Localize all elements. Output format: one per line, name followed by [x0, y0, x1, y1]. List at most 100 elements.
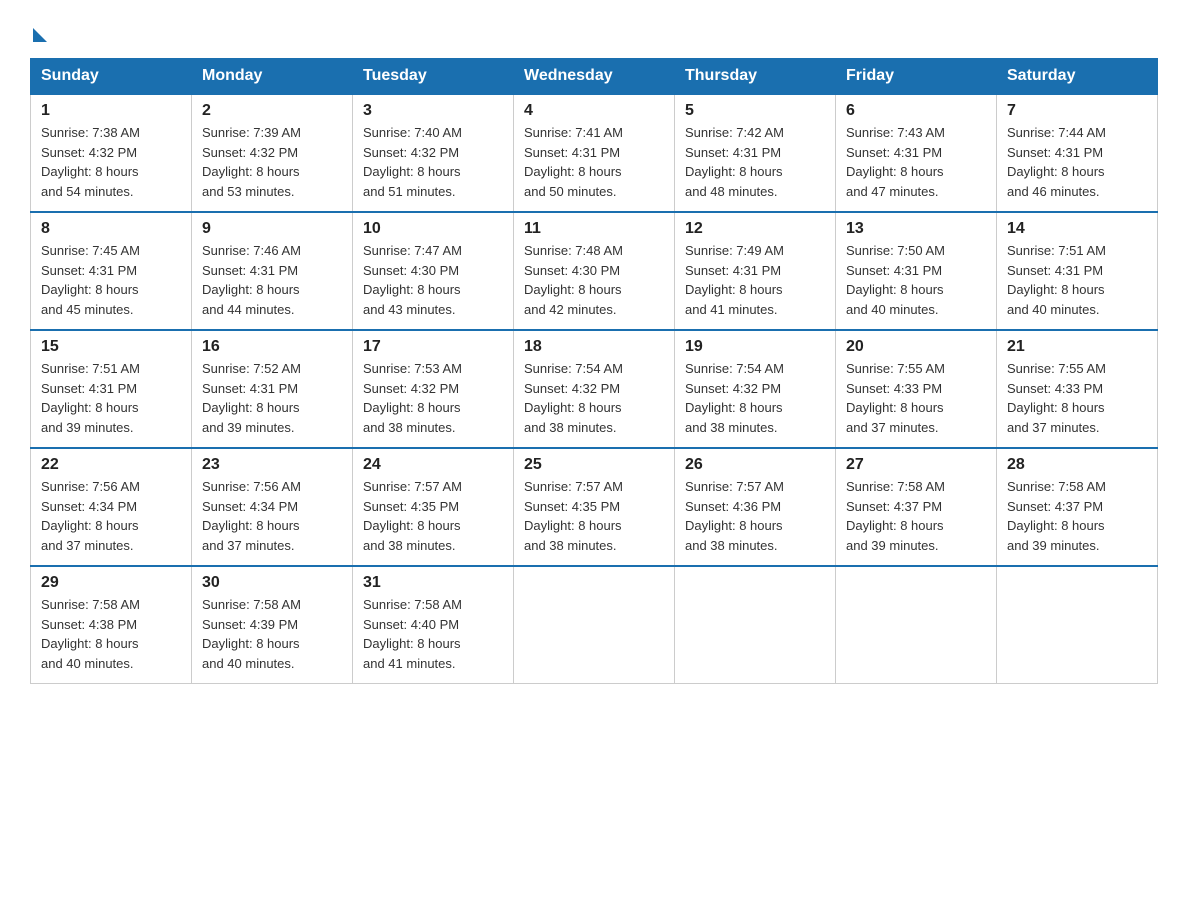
calendar-cell: 8 Sunrise: 7:45 AMSunset: 4:31 PMDayligh… [31, 212, 192, 330]
calendar-cell: 30 Sunrise: 7:58 AMSunset: 4:39 PMDaylig… [192, 566, 353, 684]
day-info: Sunrise: 7:54 AMSunset: 4:32 PMDaylight:… [685, 359, 825, 437]
day-number: 16 [202, 338, 342, 356]
calendar-header-monday: Monday [192, 59, 353, 95]
day-number: 1 [41, 102, 181, 120]
calendar-header-thursday: Thursday [675, 59, 836, 95]
day-number: 24 [363, 456, 503, 474]
day-info: Sunrise: 7:52 AMSunset: 4:31 PMDaylight:… [202, 359, 342, 437]
day-number: 6 [846, 102, 986, 120]
day-number: 27 [846, 456, 986, 474]
calendar-week-row: 15 Sunrise: 7:51 AMSunset: 4:31 PMDaylig… [31, 330, 1158, 448]
calendar-cell: 13 Sunrise: 7:50 AMSunset: 4:31 PMDaylig… [836, 212, 997, 330]
calendar-cell: 20 Sunrise: 7:55 AMSunset: 4:33 PMDaylig… [836, 330, 997, 448]
logo-arrow-icon [33, 28, 47, 42]
day-info: Sunrise: 7:46 AMSunset: 4:31 PMDaylight:… [202, 241, 342, 319]
calendar-cell: 21 Sunrise: 7:55 AMSunset: 4:33 PMDaylig… [997, 330, 1158, 448]
day-info: Sunrise: 7:58 AMSunset: 4:37 PMDaylight:… [1007, 477, 1147, 555]
calendar-header-tuesday: Tuesday [353, 59, 514, 95]
day-info: Sunrise: 7:57 AMSunset: 4:35 PMDaylight:… [524, 477, 664, 555]
calendar-cell: 15 Sunrise: 7:51 AMSunset: 4:31 PMDaylig… [31, 330, 192, 448]
day-info: Sunrise: 7:44 AMSunset: 4:31 PMDaylight:… [1007, 123, 1147, 201]
day-info: Sunrise: 7:55 AMSunset: 4:33 PMDaylight:… [846, 359, 986, 437]
day-info: Sunrise: 7:57 AMSunset: 4:36 PMDaylight:… [685, 477, 825, 555]
calendar-cell: 27 Sunrise: 7:58 AMSunset: 4:37 PMDaylig… [836, 448, 997, 566]
day-number: 9 [202, 220, 342, 238]
day-info: Sunrise: 7:40 AMSunset: 4:32 PMDaylight:… [363, 123, 503, 201]
calendar-week-row: 29 Sunrise: 7:58 AMSunset: 4:38 PMDaylig… [31, 566, 1158, 684]
calendar-cell: 18 Sunrise: 7:54 AMSunset: 4:32 PMDaylig… [514, 330, 675, 448]
day-info: Sunrise: 7:56 AMSunset: 4:34 PMDaylight:… [202, 477, 342, 555]
day-number: 28 [1007, 456, 1147, 474]
day-number: 15 [41, 338, 181, 356]
day-info: Sunrise: 7:58 AMSunset: 4:38 PMDaylight:… [41, 595, 181, 673]
day-number: 19 [685, 338, 825, 356]
day-number: 11 [524, 220, 664, 238]
calendar-cell: 19 Sunrise: 7:54 AMSunset: 4:32 PMDaylig… [675, 330, 836, 448]
calendar-cell: 6 Sunrise: 7:43 AMSunset: 4:31 PMDayligh… [836, 94, 997, 212]
day-number: 25 [524, 456, 664, 474]
calendar-week-row: 8 Sunrise: 7:45 AMSunset: 4:31 PMDayligh… [31, 212, 1158, 330]
day-number: 5 [685, 102, 825, 120]
calendar-cell: 31 Sunrise: 7:58 AMSunset: 4:40 PMDaylig… [353, 566, 514, 684]
calendar-header-saturday: Saturday [997, 59, 1158, 95]
day-number: 26 [685, 456, 825, 474]
day-number: 3 [363, 102, 503, 120]
day-info: Sunrise: 7:47 AMSunset: 4:30 PMDaylight:… [363, 241, 503, 319]
calendar-cell: 12 Sunrise: 7:49 AMSunset: 4:31 PMDaylig… [675, 212, 836, 330]
day-number: 22 [41, 456, 181, 474]
calendar-cell: 26 Sunrise: 7:57 AMSunset: 4:36 PMDaylig… [675, 448, 836, 566]
day-number: 2 [202, 102, 342, 120]
day-info: Sunrise: 7:50 AMSunset: 4:31 PMDaylight:… [846, 241, 986, 319]
day-info: Sunrise: 7:55 AMSunset: 4:33 PMDaylight:… [1007, 359, 1147, 437]
day-info: Sunrise: 7:58 AMSunset: 4:37 PMDaylight:… [846, 477, 986, 555]
calendar-cell: 7 Sunrise: 7:44 AMSunset: 4:31 PMDayligh… [997, 94, 1158, 212]
calendar-cell: 28 Sunrise: 7:58 AMSunset: 4:37 PMDaylig… [997, 448, 1158, 566]
calendar-cell: 10 Sunrise: 7:47 AMSunset: 4:30 PMDaylig… [353, 212, 514, 330]
calendar-cell [514, 566, 675, 684]
day-info: Sunrise: 7:42 AMSunset: 4:31 PMDaylight:… [685, 123, 825, 201]
day-number: 21 [1007, 338, 1147, 356]
calendar-cell: 14 Sunrise: 7:51 AMSunset: 4:31 PMDaylig… [997, 212, 1158, 330]
calendar-cell [836, 566, 997, 684]
calendar-cell: 5 Sunrise: 7:42 AMSunset: 4:31 PMDayligh… [675, 94, 836, 212]
day-number: 23 [202, 456, 342, 474]
calendar-cell: 24 Sunrise: 7:57 AMSunset: 4:35 PMDaylig… [353, 448, 514, 566]
calendar-cell [997, 566, 1158, 684]
day-number: 8 [41, 220, 181, 238]
day-info: Sunrise: 7:38 AMSunset: 4:32 PMDaylight:… [41, 123, 181, 201]
calendar-cell: 16 Sunrise: 7:52 AMSunset: 4:31 PMDaylig… [192, 330, 353, 448]
day-number: 18 [524, 338, 664, 356]
day-number: 30 [202, 574, 342, 592]
calendar-cell: 23 Sunrise: 7:56 AMSunset: 4:34 PMDaylig… [192, 448, 353, 566]
day-info: Sunrise: 7:51 AMSunset: 4:31 PMDaylight:… [41, 359, 181, 437]
day-number: 20 [846, 338, 986, 356]
day-info: Sunrise: 7:58 AMSunset: 4:39 PMDaylight:… [202, 595, 342, 673]
day-info: Sunrise: 7:39 AMSunset: 4:32 PMDaylight:… [202, 123, 342, 201]
day-info: Sunrise: 7:58 AMSunset: 4:40 PMDaylight:… [363, 595, 503, 673]
calendar-header-sunday: Sunday [31, 59, 192, 95]
day-info: Sunrise: 7:51 AMSunset: 4:31 PMDaylight:… [1007, 241, 1147, 319]
calendar-cell: 4 Sunrise: 7:41 AMSunset: 4:31 PMDayligh… [514, 94, 675, 212]
calendar-cell: 9 Sunrise: 7:46 AMSunset: 4:31 PMDayligh… [192, 212, 353, 330]
calendar-week-row: 22 Sunrise: 7:56 AMSunset: 4:34 PMDaylig… [31, 448, 1158, 566]
day-info: Sunrise: 7:49 AMSunset: 4:31 PMDaylight:… [685, 241, 825, 319]
day-info: Sunrise: 7:48 AMSunset: 4:30 PMDaylight:… [524, 241, 664, 319]
day-info: Sunrise: 7:54 AMSunset: 4:32 PMDaylight:… [524, 359, 664, 437]
day-number: 17 [363, 338, 503, 356]
calendar-cell: 3 Sunrise: 7:40 AMSunset: 4:32 PMDayligh… [353, 94, 514, 212]
day-number: 12 [685, 220, 825, 238]
calendar-header-friday: Friday [836, 59, 997, 95]
day-info: Sunrise: 7:56 AMSunset: 4:34 PMDaylight:… [41, 477, 181, 555]
day-info: Sunrise: 7:41 AMSunset: 4:31 PMDaylight:… [524, 123, 664, 201]
calendar-header-row: SundayMondayTuesdayWednesdayThursdayFrid… [31, 59, 1158, 95]
day-info: Sunrise: 7:53 AMSunset: 4:32 PMDaylight:… [363, 359, 503, 437]
day-number: 14 [1007, 220, 1147, 238]
calendar-cell: 11 Sunrise: 7:48 AMSunset: 4:30 PMDaylig… [514, 212, 675, 330]
logo [30, 24, 47, 40]
day-number: 10 [363, 220, 503, 238]
day-info: Sunrise: 7:45 AMSunset: 4:31 PMDaylight:… [41, 241, 181, 319]
calendar-cell [675, 566, 836, 684]
page-header [30, 24, 1158, 40]
calendar-cell: 2 Sunrise: 7:39 AMSunset: 4:32 PMDayligh… [192, 94, 353, 212]
day-number: 7 [1007, 102, 1147, 120]
